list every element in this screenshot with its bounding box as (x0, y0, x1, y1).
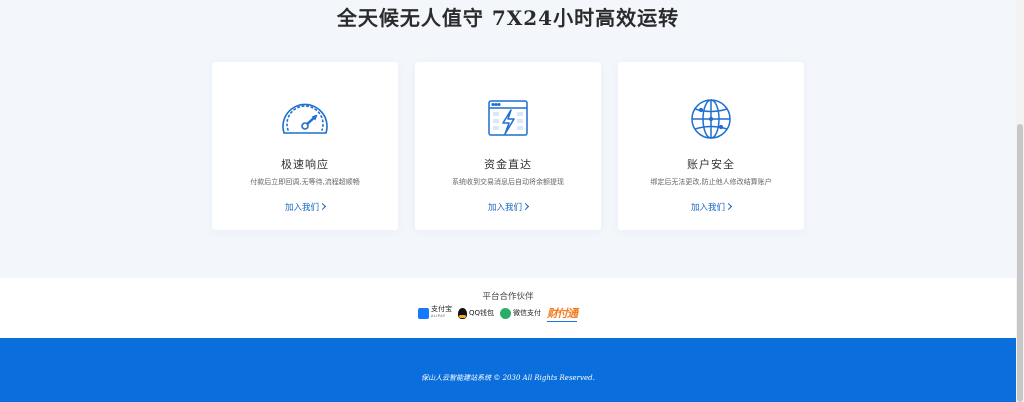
chevron-right-icon (724, 202, 733, 211)
qq-penguin-icon (458, 307, 467, 319)
site-footer: 保山人云智能建站系统 © 2030 All Rights Reserved. (0, 338, 1016, 402)
tenpay-label: 财付通 (547, 306, 578, 322)
alipay-logo: 支付宝 ALIPAY (418, 306, 452, 320)
join-us-label: 加入我们 (487, 203, 522, 213)
feature-card-funds: 资金直达 系统收到交易消息后自动将余额提现 加入我们 (415, 62, 601, 230)
page: 全天候无人值守 7X24小时高效运转 极速响应 付款后立即回调,无等待,流程超顺… (0, 0, 1016, 402)
tenpay-logo: 财付通 (547, 305, 578, 322)
feature-card-desc: 付款后立即回调,无等待,流程超顺畅 (250, 178, 360, 186)
feature-card-speed: 极速响应 付款后立即回调,无等待,流程超顺畅 加入我们 (212, 62, 398, 230)
qq-wallet-label: QQ钱包 (469, 309, 495, 317)
join-us-label: 加入我们 (690, 203, 725, 213)
globe-icon (684, 96, 738, 142)
qq-wallet-logo: QQ钱包 (458, 307, 495, 319)
feature-card-desc: 绑定后无法更改,防止他人修改结算账户 (650, 178, 772, 186)
partner-logos: 支付宝 ALIPAY QQ钱包 微信支付 财付通 (418, 305, 583, 322)
feature-card-title: 资金直达 (484, 158, 532, 171)
features-section: 全天候无人值守 7X24小时高效运转 极速响应 付款后立即回调,无等待,流程超顺… (0, 0, 1016, 278)
speedometer-icon (278, 96, 332, 142)
lightning-window-icon (481, 96, 535, 142)
features-heading: 全天候无人值守 7X24小时高效运转 (336, 6, 680, 30)
chevron-right-icon (318, 202, 327, 211)
feature-card-security: 账户安全 绑定后无法更改,防止他人修改结算账户 加入我们 (618, 62, 804, 230)
feature-card-desc: 系统收到交易消息后自动将余额提现 (452, 178, 564, 186)
wechat-pay-label: 微信支付 (513, 309, 542, 317)
vertical-scrollbar[interactable] (1016, 0, 1024, 402)
feature-card-title: 极速响应 (281, 158, 329, 171)
scrollbar-thumb[interactable] (1017, 124, 1023, 402)
alipay-sub-label: ALIPAY (431, 314, 446, 318)
wechat-pay-icon (500, 307, 512, 319)
wechat-pay-logo: 微信支付 (500, 307, 542, 319)
join-us-link[interactable]: 加入我们 (212, 201, 398, 213)
join-us-label: 加入我们 (284, 203, 319, 213)
partners-section: 平台合作伙伴 支付宝 ALIPAY QQ钱包 微信支付 财付通 (0, 278, 1016, 338)
alipay-icon (418, 307, 429, 319)
partners-title: 平台合作伙伴 (482, 292, 534, 302)
join-us-link[interactable]: 加入我们 (618, 201, 804, 213)
chevron-right-icon (521, 202, 530, 211)
alipay-label: 支付宝 (431, 305, 452, 313)
join-us-link[interactable]: 加入我们 (415, 201, 601, 213)
copyright-text: 保山人云智能建站系统 © 2030 All Rights Reserved. (421, 374, 595, 382)
feature-card-title: 账户安全 (687, 158, 735, 171)
